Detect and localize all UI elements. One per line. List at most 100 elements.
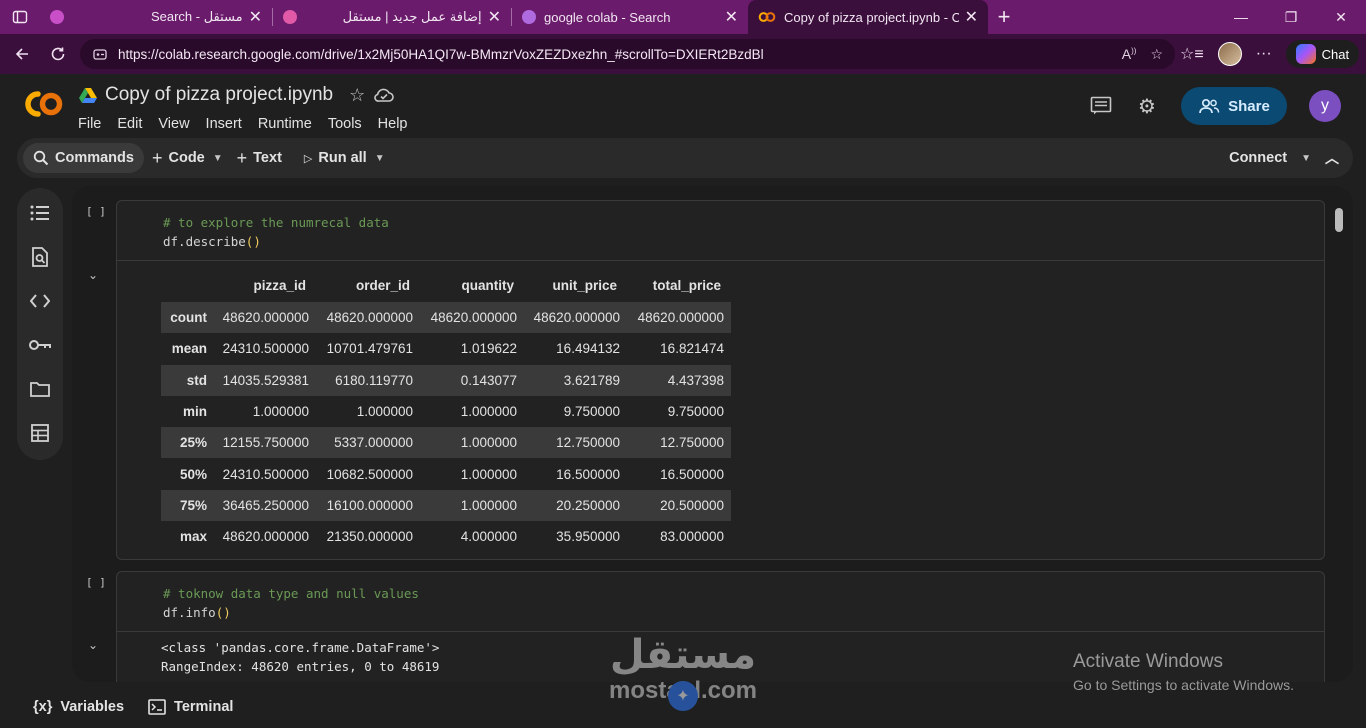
colab-app: Copy of pizza project.ipynb ☆ File Edit … <box>5 74 1361 728</box>
code-editor[interactable]: # to explore the numrecal data df.descri… <box>117 201 1324 251</box>
star-icon[interactable]: ☆ <box>349 85 365 106</box>
close-icon[interactable]: ✕ <box>965 7 978 27</box>
notebook-title[interactable]: Copy of pizza project.ipynb <box>105 84 333 106</box>
commands-label: Commands <box>55 150 134 166</box>
table-row: std 14035.529381 6180.119770 0.143077 3.… <box>161 364 731 396</box>
variables-button[interactable]: {x} Variables <box>33 699 124 715</box>
share-label: Share <box>1228 97 1270 115</box>
more-options-icon[interactable]: ··· <box>1256 45 1272 63</box>
tab-actions-button[interactable] <box>0 0 40 34</box>
column-header: total_price <box>652 277 721 293</box>
index-header <box>161 268 213 302</box>
new-tab-button[interactable]: + <box>988 0 1020 34</box>
cloud-saved-icon[interactable] <box>373 86 395 104</box>
files-folder-icon[interactable] <box>29 378 51 400</box>
code-editor[interactable]: # toknow data type and null values df.in… <box>117 572 1324 622</box>
connect-dropdown-caret-icon[interactable]: ▼ <box>1301 153 1311 164</box>
browser-tab-3[interactable]: google colab - Search ✕ <box>512 0 748 34</box>
url-field[interactable]: https://colab.research.google.com/drive/… <box>80 39 1175 69</box>
terminal-label: Terminal <box>174 699 234 715</box>
run-all-button[interactable]: ▷ Run all <box>296 143 375 173</box>
profile-avatar[interactable] <box>1217 42 1242 66</box>
menu-file[interactable]: File <box>78 116 101 132</box>
read-aloud-icon[interactable]: A)) <box>1122 46 1137 62</box>
site-info-icon[interactable] <box>92 46 108 62</box>
commands-button[interactable]: Commands <box>23 143 144 173</box>
terminal-button[interactable]: Terminal <box>148 699 233 715</box>
close-icon[interactable]: ✕ <box>488 7 501 27</box>
colab-favicon-icon <box>758 12 776 22</box>
code-cell-describe[interactable]: # to explore the numrecal data df.descri… <box>116 200 1325 560</box>
column-header: pizza_id <box>253 277 306 293</box>
code-snippets-icon[interactable] <box>29 290 51 312</box>
search-icon <box>33 150 49 166</box>
browser-tab-2[interactable]: إضافة عمل جديد | مستقل ✕ <box>273 0 511 34</box>
comments-icon[interactable] <box>1089 94 1113 118</box>
refresh-button[interactable] <box>40 38 76 70</box>
code-dropdown-caret-icon[interactable]: ▼ <box>213 153 223 164</box>
refresh-icon <box>51 47 65 61</box>
user-avatar[interactable]: y <box>1309 90 1341 122</box>
run-cell-bracket[interactable]: [ ] <box>86 576 106 589</box>
data-table-icon[interactable] <box>29 422 51 444</box>
back-button[interactable] <box>4 38 40 70</box>
connect-button[interactable]: Connect <box>1229 150 1287 166</box>
menu-help[interactable]: Help <box>378 116 408 132</box>
close-icon[interactable]: ✕ <box>249 7 262 27</box>
find-replace-icon[interactable] <box>29 246 51 268</box>
table-cell: 48620.000000 <box>533 310 620 326</box>
colab-logo-icon[interactable] <box>22 88 64 120</box>
output-separator <box>117 260 1324 261</box>
menu-view[interactable]: View <box>158 116 189 132</box>
search-favicon-icon <box>522 10 536 24</box>
table-cell: 1.000000 <box>356 404 413 420</box>
maximize-icon[interactable]: ❐ <box>1266 0 1316 34</box>
toolbar-right: Connect ▼ ︿ <box>1229 148 1353 168</box>
window-controls: — ❐ ✕ <box>1216 0 1366 34</box>
favorites-icon[interactable]: ☆≡ <box>1180 44 1204 64</box>
menu-runtime[interactable]: Runtime <box>258 116 312 132</box>
describe-dataframe-table: pizza_id order_id quantity unit_price to… <box>161 268 731 552</box>
table-row: min 1.000000 1.000000 1.000000 9.750000 … <box>161 396 731 427</box>
code-line: df.info() <box>163 603 1324 622</box>
table-cell: 16.500000 <box>660 466 724 482</box>
add-text-button[interactable]: + Text <box>229 143 290 173</box>
copilot-chat-button[interactable]: Chat <box>1285 40 1360 68</box>
close-icon[interactable]: ✕ <box>725 7 738 27</box>
table-cell: 1.000000 <box>460 466 517 482</box>
code-label: Code <box>168 150 205 166</box>
collapse-output-chevron-icon[interactable]: ⌄ <box>88 268 98 282</box>
settings-gear-icon[interactable]: ⚙ <box>1135 94 1159 118</box>
table-cell: 1.000000 <box>252 404 309 420</box>
close-window-icon[interactable]: ✕ <box>1316 0 1366 34</box>
favorite-star-icon[interactable]: ☆ <box>1150 46 1163 63</box>
table-cell: 1.000000 <box>460 435 517 451</box>
mostaql-watermark-logo: مستقل mostaql.com ✦ <box>598 633 768 713</box>
menu-edit[interactable]: Edit <box>117 116 142 132</box>
menu-insert[interactable]: Insert <box>206 116 242 132</box>
table-row: count 48620.000000 48620.000000 48620.00… <box>161 302 731 334</box>
collapse-header-chevron-up-icon[interactable]: ︿ <box>1325 148 1339 168</box>
collapse-output-chevron-icon[interactable]: ⌄ <box>88 638 98 652</box>
share-button[interactable]: Share <box>1181 87 1287 125</box>
run-cell-bracket[interactable]: [ ] <box>86 205 106 218</box>
table-of-contents-icon[interactable] <box>29 202 51 224</box>
secrets-key-icon[interactable] <box>29 334 51 356</box>
run-all-dropdown-caret-icon[interactable]: ▼ <box>375 153 385 164</box>
minimize-icon[interactable]: — <box>1216 0 1266 34</box>
table-cell: 83.000000 <box>660 529 724 545</box>
table-cell: 21350.000000 <box>326 529 413 545</box>
notebook-scrollbar[interactable] <box>1335 208 1343 232</box>
table-row: 50% 24310.500000 10682.500000 1.000000 1… <box>161 458 731 489</box>
browser-tab-4-active[interactable]: Copy of pizza project.ipynb - Cola ✕ <box>748 0 988 34</box>
browser-tab-1[interactable]: Search - مستقل ✕ <box>40 0 272 34</box>
plus-icon: + <box>151 147 163 168</box>
notebook-area: [ ] ⌄ # to explore the numrecal data df.… <box>72 186 1353 682</box>
row-index: 25% <box>179 435 207 451</box>
header-actions: ⚙ Share y <box>1089 87 1341 125</box>
add-code-button[interactable]: + Code <box>144 143 213 173</box>
table-cell: 48620.000000 <box>326 310 413 326</box>
table-cell: 6180.119770 <box>335 372 413 388</box>
menu-tools[interactable]: Tools <box>328 116 362 132</box>
bottom-bar: {x} Variables Terminal <box>17 691 233 723</box>
